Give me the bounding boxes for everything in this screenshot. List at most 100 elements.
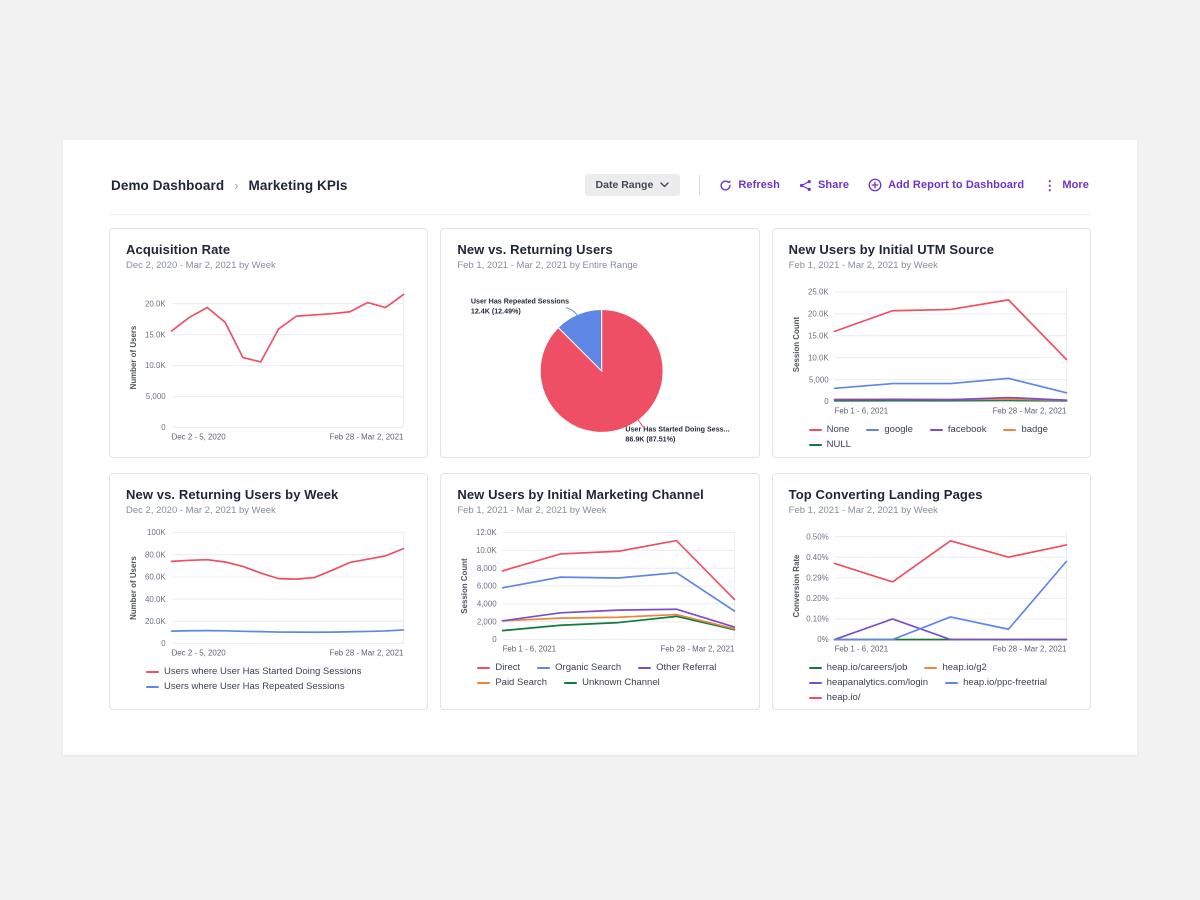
- svg-text:User Has Started Doing Sess...: User Has Started Doing Sess...: [626, 425, 730, 433]
- svg-text:0: 0: [824, 397, 829, 406]
- share-label: Share: [818, 179, 849, 191]
- legend-label: heap.io/careers/job: [827, 662, 908, 673]
- svg-text:0.29%: 0.29%: [806, 573, 828, 582]
- legend-item: Organic Search: [537, 662, 621, 673]
- report-card-top-converting-landing-pages[interactable]: Top Converting Landing Pages Feb 1, 2021…: [772, 473, 1091, 710]
- dashboard-header: Demo Dashboard › Marketing KPIs Date Ran…: [109, 174, 1091, 215]
- line-chart-canvas: 020.0K40.0K60.0K80.0K100KDec 2 - 5, 2020…: [126, 524, 411, 661]
- legend-swatch: [930, 429, 943, 431]
- report-title: Top Converting Landing Pages: [789, 487, 1074, 502]
- legend-swatch: [477, 682, 490, 684]
- svg-text:Feb 28 - Mar 2, 2021: Feb 28 - Mar 2, 2021: [992, 406, 1066, 415]
- svg-text:0.10%: 0.10%: [806, 615, 828, 624]
- chart-legend: DirectOrganic SearchOther ReferralPaid S…: [477, 662, 742, 688]
- legend-label: heap.io/g2: [942, 662, 986, 673]
- legend-swatch: [146, 686, 159, 688]
- svg-text:Feb 1 - 6, 2021: Feb 1 - 6, 2021: [503, 644, 557, 653]
- legend-label: facebook: [948, 424, 987, 435]
- legend-item: heapanalytics.com/login: [809, 677, 928, 688]
- add-report-button[interactable]: Add Report to Dashboard: [868, 178, 1024, 192]
- svg-text:2,000: 2,000: [477, 617, 497, 626]
- legend-swatch: [866, 429, 879, 431]
- report-card-new-users-by-marketing-channel[interactable]: New Users by Initial Marketing Channel F…: [440, 473, 759, 710]
- date-range-button[interactable]: Date Range: [585, 174, 681, 196]
- svg-text:Feb 28 - Mar 2, 2021: Feb 28 - Mar 2, 2021: [992, 644, 1066, 653]
- refresh-icon: [719, 179, 732, 192]
- plus-circle-icon: [868, 178, 882, 192]
- dashboard-panel: Demo Dashboard › Marketing KPIs Date Ran…: [63, 140, 1137, 755]
- legend-swatch: [809, 444, 822, 446]
- report-subtitle: Feb 1, 2021 - Mar 2, 2021 by Week: [789, 260, 1074, 271]
- legend-label: Unknown Channel: [582, 677, 660, 688]
- legend-item: Other Referral: [638, 662, 716, 673]
- legend-item: Paid Search: [477, 677, 547, 688]
- line-chart-canvas: 0%0.10%0.20%0.29%0.40%0.50%Feb 1 - 6, 20…: [789, 524, 1074, 657]
- pie-chart-canvas: User Has Repeated Sessions12.4K (12.49%)…: [457, 279, 742, 451]
- svg-text:0: 0: [161, 639, 166, 648]
- svg-text:0.20%: 0.20%: [806, 594, 828, 603]
- svg-text:Number of Users: Number of Users: [129, 325, 138, 389]
- add-report-label: Add Report to Dashboard: [888, 179, 1024, 191]
- report-subtitle: Feb 1, 2021 - Mar 2, 2021 by Entire Rang…: [457, 260, 742, 271]
- legend-swatch: [564, 682, 577, 684]
- legend-label: NULL: [827, 439, 851, 450]
- legend-label: Organic Search: [555, 662, 621, 673]
- svg-text:0.50%: 0.50%: [806, 532, 828, 541]
- svg-text:Dec 2 - 5, 2020: Dec 2 - 5, 2020: [172, 648, 227, 657]
- kebab-menu-icon: ⋮: [1043, 179, 1056, 192]
- legend-label: None: [827, 424, 850, 435]
- svg-text:40.0K: 40.0K: [145, 595, 166, 604]
- share-button[interactable]: Share: [799, 179, 849, 192]
- legend-swatch: [477, 667, 490, 669]
- legend-swatch: [809, 697, 822, 699]
- chart-legend: Users where User Has Started Doing Sessi…: [146, 666, 411, 692]
- page-title: Marketing KPIs: [249, 178, 348, 193]
- report-subtitle: Dec 2, 2020 - Mar 2, 2021 by Week: [126, 260, 411, 271]
- report-card-new-vs-returning-users[interactable]: New vs. Returning Users Feb 1, 2021 - Ma…: [440, 228, 759, 458]
- svg-text:0: 0: [161, 423, 166, 432]
- legend-item: heap.io/careers/job: [809, 662, 908, 673]
- svg-text:12.0K: 12.0K: [476, 528, 497, 537]
- report-card-new-vs-returning-by-week[interactable]: New vs. Returning Users by Week Dec 2, 2…: [109, 473, 428, 710]
- refresh-label: Refresh: [738, 179, 780, 191]
- legend-item: Unknown Channel: [564, 677, 660, 688]
- svg-text:20.0K: 20.0K: [145, 299, 166, 308]
- svg-text:Session Count: Session Count: [460, 558, 469, 614]
- svg-text:0%: 0%: [817, 635, 828, 644]
- report-title: New vs. Returning Users by Week: [126, 487, 411, 502]
- more-button[interactable]: ⋮ More: [1043, 179, 1089, 192]
- report-subtitle: Dec 2, 2020 - Mar 2, 2021 by Week: [126, 505, 411, 516]
- legend-swatch: [146, 671, 159, 673]
- legend-label: Users where User Has Started Doing Sessi…: [164, 666, 361, 677]
- breadcrumb: Demo Dashboard › Marketing KPIs: [111, 178, 347, 193]
- svg-text:Dec 2 - 5, 2020: Dec 2 - 5, 2020: [172, 432, 227, 441]
- refresh-button[interactable]: Refresh: [719, 179, 780, 192]
- svg-text:15.0K: 15.0K: [145, 330, 166, 339]
- report-card-new-users-by-utm-source[interactable]: New Users by Initial UTM Source Feb 1, 2…: [772, 228, 1091, 458]
- svg-text:10.0K: 10.0K: [145, 361, 166, 370]
- legend-label: heap.io/: [827, 692, 861, 703]
- legend-item: None: [809, 424, 850, 435]
- legend-label: google: [884, 424, 913, 435]
- legend-label: Paid Search: [495, 677, 547, 688]
- svg-text:Session Count: Session Count: [792, 317, 801, 373]
- svg-text:100K: 100K: [147, 528, 166, 537]
- svg-text:6,000: 6,000: [477, 582, 497, 591]
- report-title: New Users by Initial Marketing Channel: [457, 487, 742, 502]
- svg-text:5,000: 5,000: [146, 392, 166, 401]
- report-card-acquisition-rate[interactable]: Acquisition Rate Dec 2, 2020 - Mar 2, 20…: [109, 228, 428, 458]
- svg-text:12.4K (12.49%): 12.4K (12.49%): [471, 307, 522, 315]
- toolbar-divider: [699, 175, 700, 195]
- svg-text:Number of Users: Number of Users: [129, 556, 138, 620]
- svg-text:Conversion Rate: Conversion Rate: [792, 554, 801, 617]
- line-chart-canvas: 02,0004,0006,0008,00010.0K12.0KFeb 1 - 6…: [457, 524, 742, 657]
- svg-text:10.0K: 10.0K: [808, 353, 829, 362]
- legend-swatch: [809, 667, 822, 669]
- legend-label: heap.io/ppc-freetrial: [963, 677, 1047, 688]
- breadcrumb-dashboard[interactable]: Demo Dashboard: [111, 178, 224, 193]
- more-label: More: [1062, 179, 1089, 191]
- report-title: Acquisition Rate: [126, 242, 411, 257]
- legend-item: facebook: [930, 424, 987, 435]
- legend-swatch: [924, 667, 937, 669]
- chevron-down-icon: [660, 182, 669, 188]
